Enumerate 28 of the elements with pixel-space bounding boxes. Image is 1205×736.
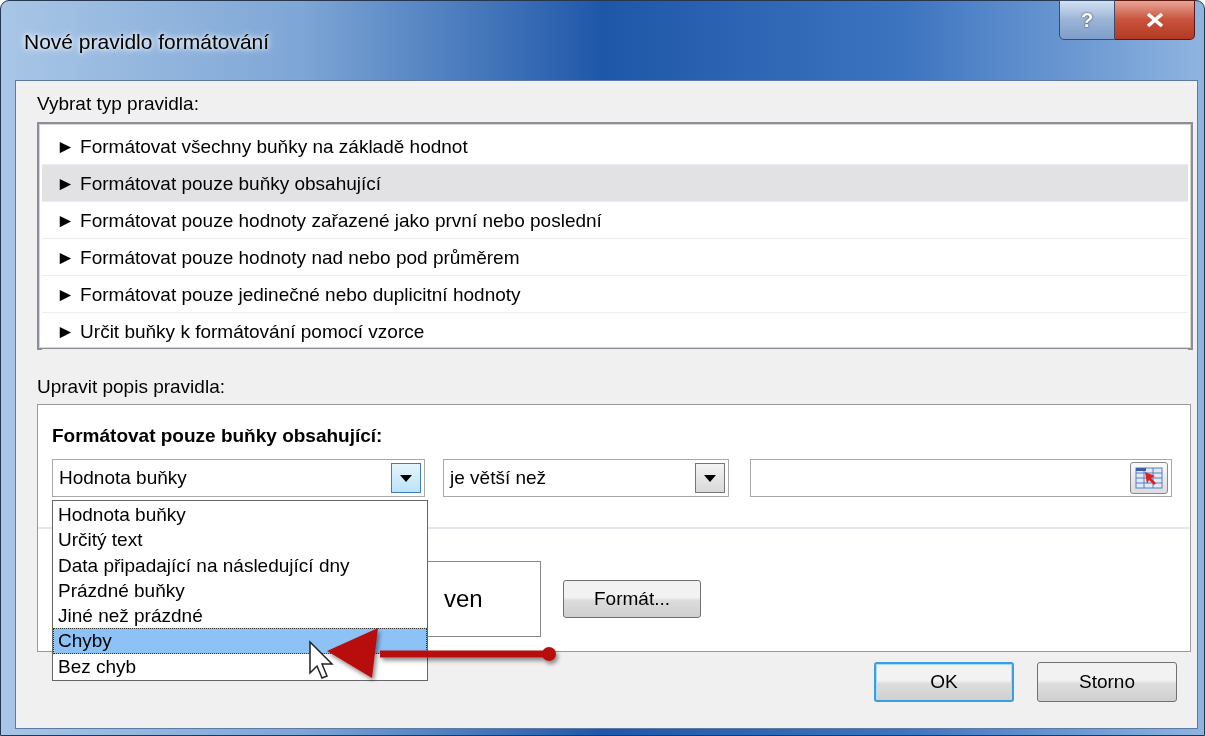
section-label: Upravit popis pravidla: bbox=[37, 375, 225, 399]
rule-type-item[interactable]: ► Formátovat pouze hodnoty nad nebo pod průměrem bbox=[42, 239, 1188, 276]
window-title: Nové pravidlo formátování bbox=[24, 30, 270, 54]
section-label: Vybrat typ pravidla: bbox=[37, 92, 199, 116]
dropdown-button[interactable] bbox=[695, 463, 725, 493]
dialog-button[interactable]: OK bbox=[874, 662, 1014, 702]
close-icon bbox=[1145, 13, 1164, 27]
format-button[interactable]: Formát... bbox=[563, 580, 701, 618]
value-field[interactable] bbox=[750, 459, 1172, 497]
dropdown-option[interactable]: Určitý text bbox=[53, 527, 427, 553]
condition-dropdown[interactable]: Hodnota buňky bbox=[52, 459, 425, 497]
range-select-button[interactable] bbox=[1130, 462, 1168, 494]
dropdown-option[interactable]: Hodnota buňky bbox=[53, 502, 427, 528]
table-arrow-icon bbox=[1135, 467, 1163, 489]
mouse-cursor-icon bbox=[309, 640, 334, 679]
caret-icon bbox=[704, 474, 716, 482]
dropdown-option[interactable]: Chyby bbox=[53, 628, 427, 654]
dropdown-button[interactable] bbox=[391, 463, 421, 493]
rule-type-item[interactable]: ► Formátovat pouze buňky obsahující bbox=[42, 165, 1188, 202]
rule-heading: Formátovat pouze buňky obsahující: bbox=[52, 424, 383, 448]
rule-type-item[interactable]: ► Formátovat pouze jedinečné nebo duplicitní hodnoty bbox=[42, 276, 1188, 313]
dropdown-option[interactable]: Bez chyb bbox=[53, 653, 427, 680]
caret-icon bbox=[400, 474, 412, 482]
dialog-button[interactable]: Storno bbox=[1037, 662, 1177, 702]
close-button[interactable] bbox=[1115, 0, 1195, 40]
rule-type-item[interactable]: ► Určit buňky k formátování pomocí vzorce bbox=[42, 313, 1188, 350]
rule-type-item[interactable]: ► Formátovat pouze hodnoty zařazené jako první nebo poslední bbox=[42, 202, 1188, 239]
operator-dropdown[interactable]: je větší než bbox=[443, 459, 729, 497]
